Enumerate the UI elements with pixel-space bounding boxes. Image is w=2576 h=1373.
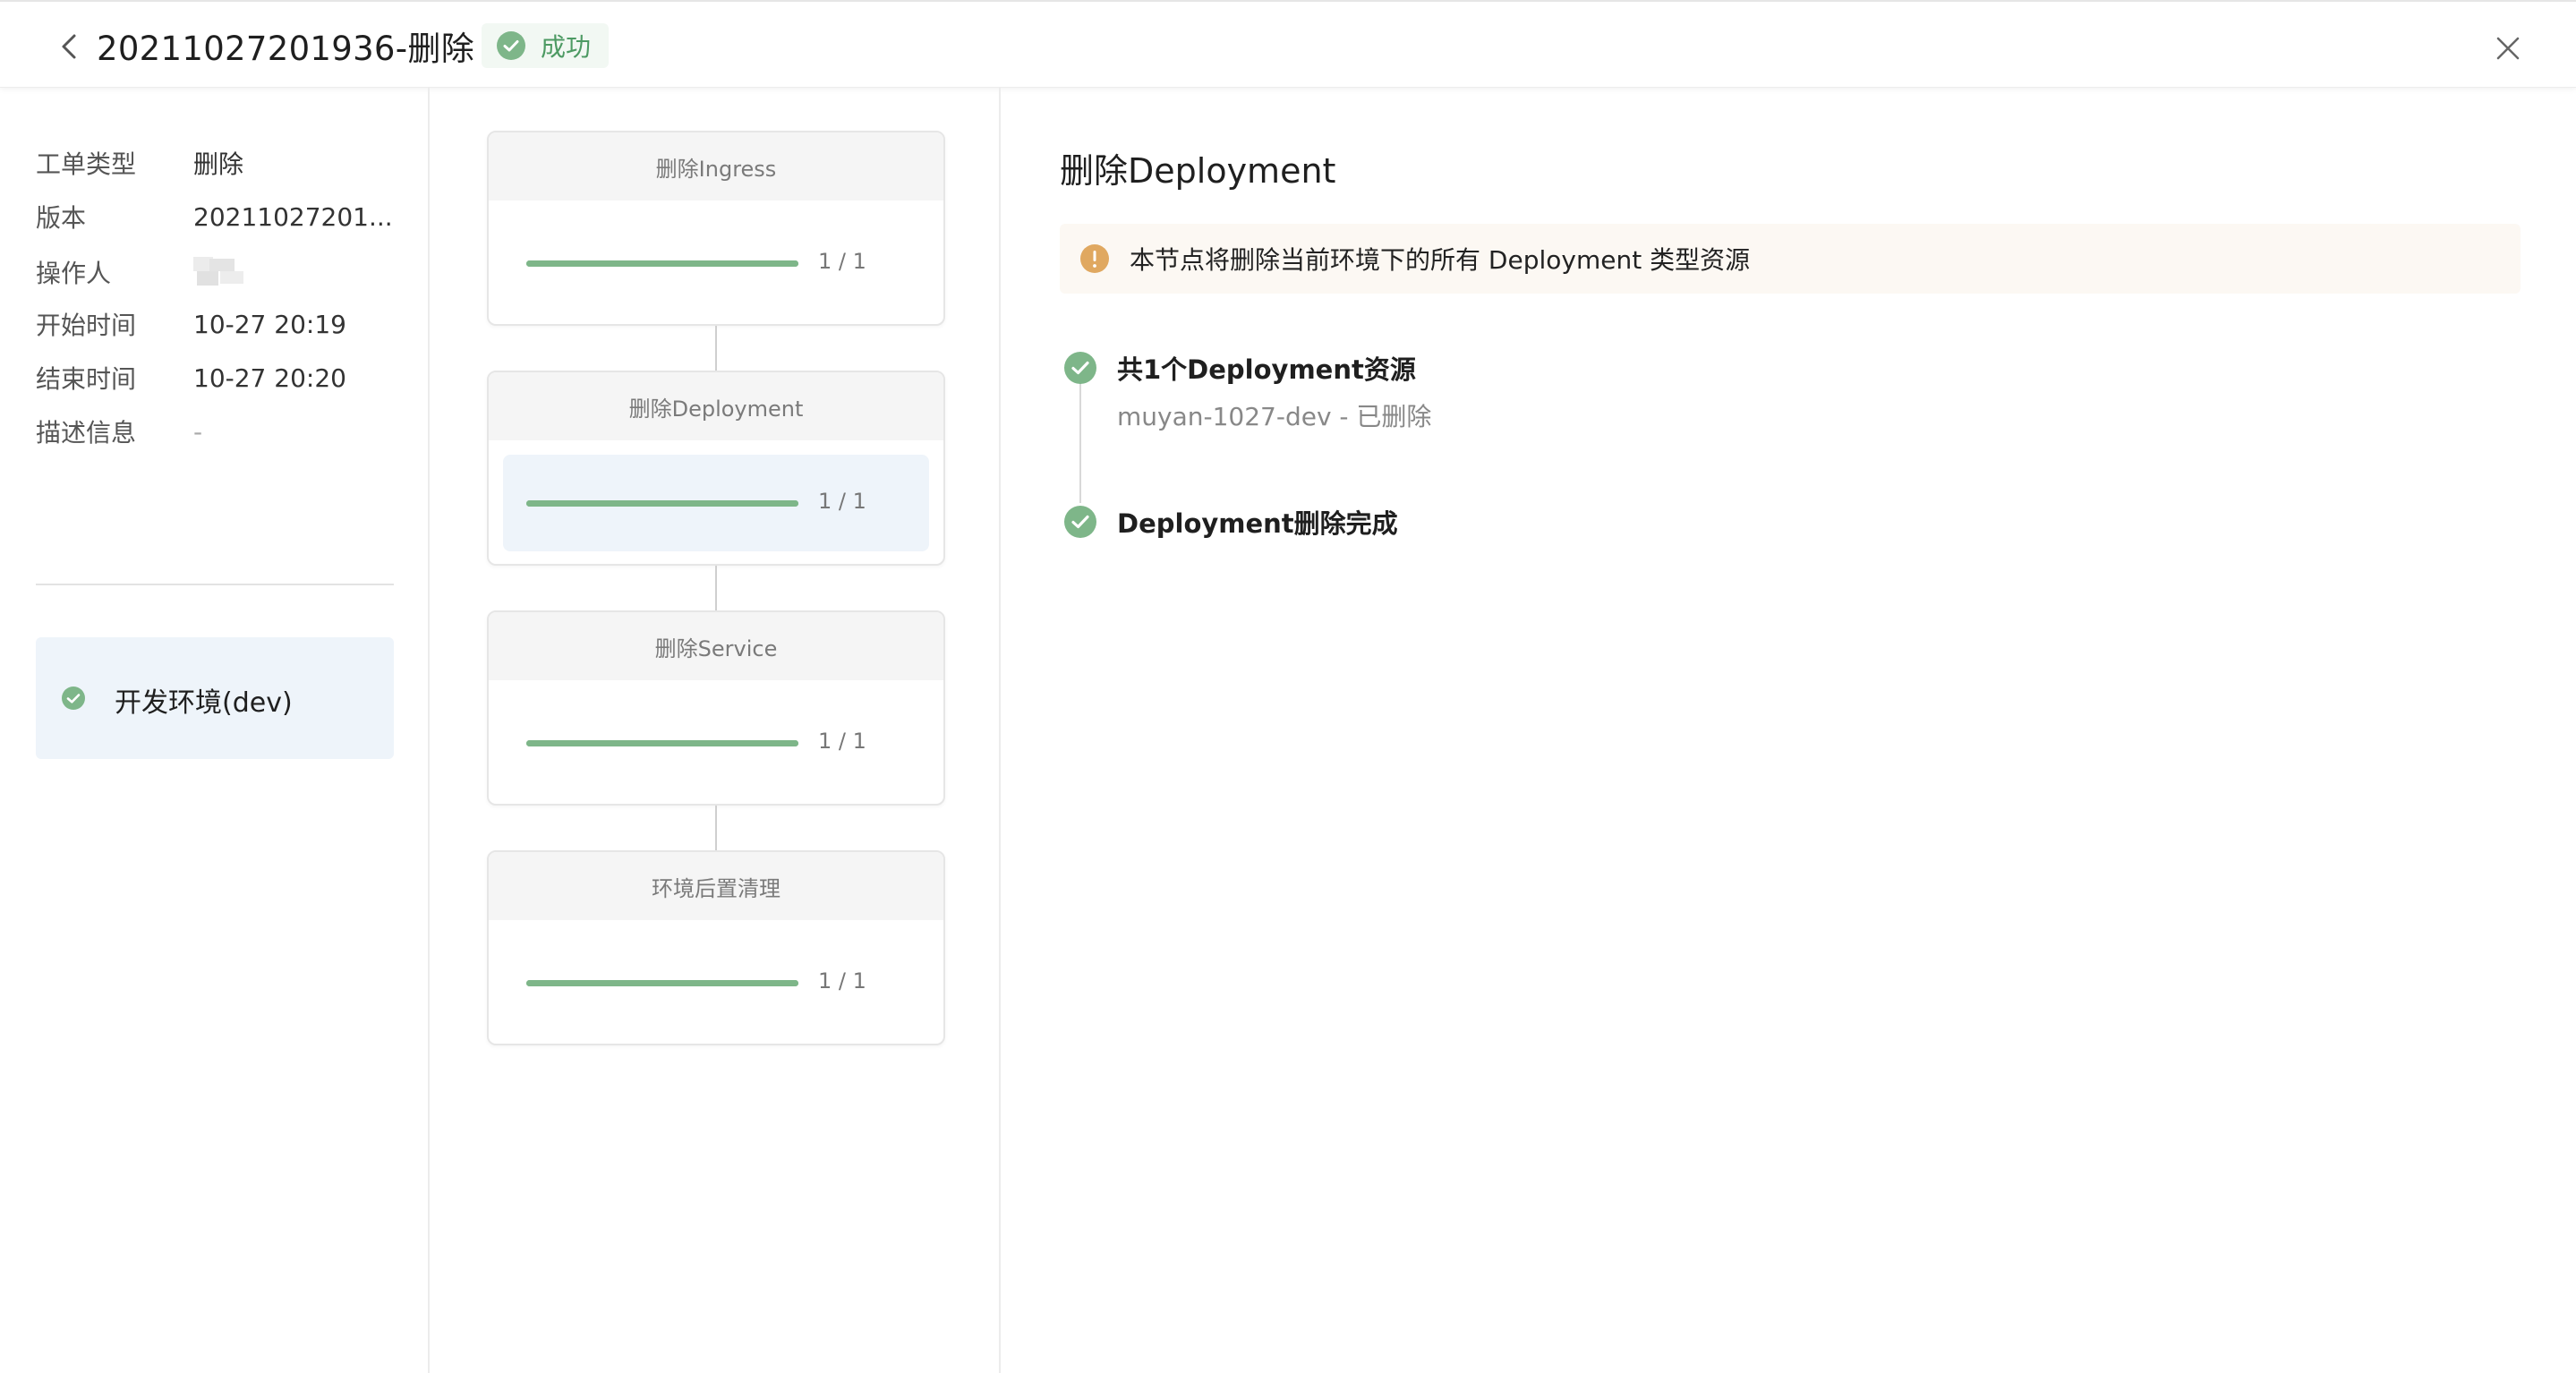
step-card[interactable]: 删除Service 1 / 1 (487, 610, 945, 806)
progress-count: 1 / 1 (818, 489, 866, 514)
info-label: 版本 (36, 203, 87, 233)
progress-bar (526, 740, 798, 746)
status-label: 成功 (541, 32, 592, 62)
timeline-item-title: 共1个Deployment资源 (1117, 354, 1416, 385)
step-connector (715, 326, 717, 371)
timeline-item-title: Deployment删除完成 (1117, 508, 1398, 539)
step-connector (715, 566, 717, 610)
step-card[interactable]: 环境后置清理 1 / 1 (487, 850, 945, 1045)
operator-avatar-blurred (193, 257, 243, 287)
detail-title: 删除Deployment (1060, 151, 1336, 191)
info-label: 工单类型 (36, 149, 137, 179)
check-circle-icon (62, 686, 85, 710)
info-label: 开始时间 (36, 311, 137, 340)
env-label: 开发环境(dev) (115, 687, 293, 719)
step-connector (715, 806, 717, 850)
info-row-start-time: 开始时间 10-27 20:19 (36, 306, 346, 342)
info-value: - (193, 416, 203, 447)
step-progress: 1 / 1 (503, 695, 929, 791)
info-value: 10-27 20:19 (193, 309, 346, 339)
env-item-dev[interactable]: 开发环境(dev) (36, 637, 394, 759)
divider (36, 584, 394, 585)
info-row-type: 工单类型 删除 (36, 145, 243, 181)
step-card[interactable]: 删除Deployment 1 / 1 (487, 371, 945, 566)
step-detail-panel: 删除Deployment 本节点将删除当前环境下的所有 Deployment 类… (1002, 88, 2576, 1373)
step-title: 删除Ingress (489, 132, 943, 200)
progress-count: 1 / 1 (818, 249, 866, 274)
ticket-info-panel: 工单类型 删除 版本 20211027201... 操作人 开始时间 10-27… (0, 88, 430, 1373)
info-alert: 本节点将删除当前环境下的所有 Deployment 类型资源 (1060, 224, 2521, 294)
check-circle-icon (1064, 506, 1096, 538)
progress-bar (526, 500, 798, 507)
info-row-description: 描述信息 - (36, 414, 202, 449)
step-title: 删除Deployment (489, 372, 943, 440)
step-progress: 1 / 1 (503, 934, 929, 1031)
progress-bar-fill (526, 980, 798, 986)
step-title: 删除Service (489, 612, 943, 680)
check-circle-icon (1064, 352, 1096, 384)
progress-bar-fill (526, 260, 798, 267)
step-progress: 1 / 1 (503, 215, 929, 311)
progress-bar-fill (526, 500, 798, 507)
progress-bar-fill (526, 740, 798, 746)
check-circle-icon (497, 31, 525, 60)
timeline-line (1079, 383, 1081, 503)
status-badge: 成功 (482, 23, 610, 68)
progress-count: 1 / 1 (818, 729, 866, 754)
step-title: 环境后置清理 (489, 852, 943, 920)
step-progress: 1 / 1 (503, 455, 929, 551)
close-icon[interactable] (2490, 30, 2526, 66)
info-label: 操作人 (36, 259, 112, 288)
info-value: 删除 (193, 149, 244, 179)
alert-message: 本节点将删除当前环境下的所有 Deployment 类型资源 (1130, 245, 1751, 275)
timeline-item-subtitle: muyan-1027-dev - 已删除 (1117, 402, 1432, 431)
progress-bar (526, 980, 798, 986)
step-card[interactable]: 删除Ingress 1 / 1 (487, 131, 945, 326)
steps-panel: 删除Ingress 1 / 1 删除Deployment 1 / 1 删除Ser… (431, 88, 1001, 1373)
exclamation-circle-icon (1080, 244, 1109, 273)
page-title: 20211027201936-删除 (97, 30, 475, 68)
info-row-end-time: 结束时间 10-27 20:20 (36, 360, 346, 396)
info-row-operator: 操作人 (36, 254, 243, 290)
info-label: 结束时间 (36, 364, 137, 394)
info-value: 10-27 20:20 (193, 362, 346, 393)
progress-count: 1 / 1 (818, 968, 866, 994)
drawer-header: 20211027201936-删除 成功 (0, 0, 2576, 88)
info-value: 20211027201... (193, 201, 393, 232)
progress-bar (526, 260, 798, 267)
info-row-version: 版本 20211027201... (36, 199, 393, 235)
info-label: 描述信息 (36, 418, 137, 448)
back-icon[interactable] (52, 29, 88, 64)
